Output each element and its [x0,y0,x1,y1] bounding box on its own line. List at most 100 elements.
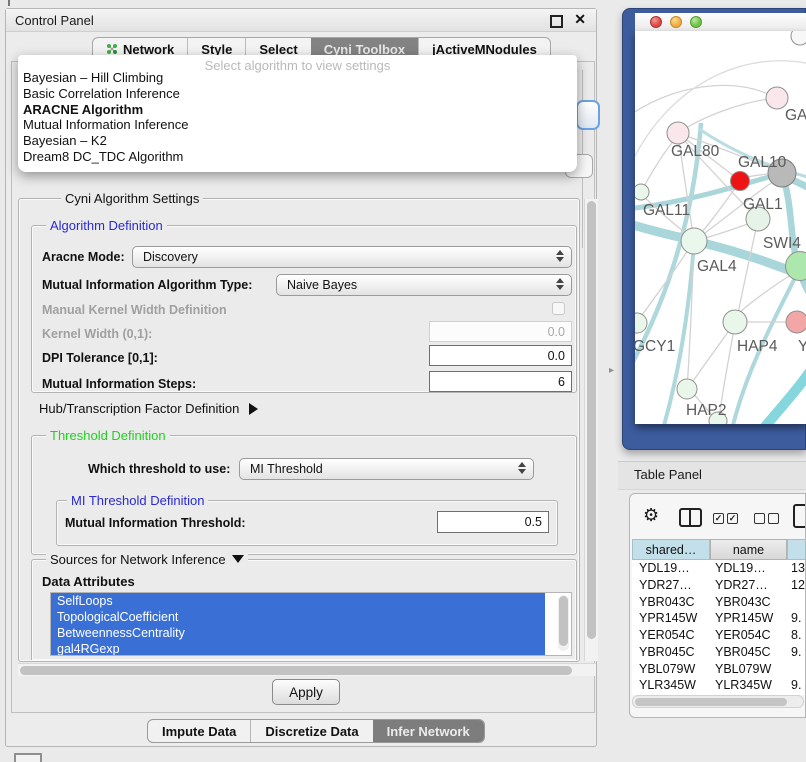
sources-group-title[interactable]: Sources for Network Inference [46,552,248,567]
node-hap2[interactable] [677,379,697,399]
table-row[interactable]: YPR145W YPR145W 9. [632,610,805,627]
algorithm-option[interactable]: Bayesian – K2 [23,133,572,149]
mi-steps-field[interactable]: 6 [429,371,572,392]
table-cell[interactable]: YDR27… [715,578,768,592]
node-red[interactable] [731,172,750,191]
apply-button[interactable]: Apply [272,679,340,705]
float-window-icon[interactable] [550,15,563,28]
table-cell[interactable]: YBR045C [639,645,695,659]
select-all-checkbox-icon[interactable]: ✓ [713,513,724,524]
data-attributes-list[interactable]: SelfLoopsTopologicalCoefficientBetweenne… [50,592,572,656]
column-layout-icon[interactable] [679,508,702,527]
tab-infer-network[interactable]: Infer Network [373,720,484,742]
attribute-list-item[interactable]: BetweennessCentrality [51,625,545,641]
table-row[interactable]: YDL19… YDL19… 13 [632,560,805,577]
table-cell[interactable]: YBL079W [639,662,695,676]
node-gal80[interactable] [667,122,689,144]
settings-group-title: Cyni Algorithm Settings [61,191,203,206]
table-cell[interactable]: YDL19… [715,561,766,575]
manual-kernel-checkbox[interactable] [552,302,565,315]
table-cell[interactable]: 9. [791,645,801,659]
table-row[interactable]: YBR043C YBR043C [632,594,805,611]
settings-vscroll-thumb[interactable] [587,201,596,639]
settings-vertical-scrollbar[interactable] [584,199,598,661]
node-gal4[interactable] [681,228,707,254]
table-row[interactable]: YBR045C YBR045C 9. [632,644,805,661]
close-panel-icon[interactable]: ✕ [574,11,586,28]
combo-spinner-icon [555,250,564,262]
table-cell[interactable]: YPR145W [715,611,773,625]
algorithm-option[interactable]: Dream8 DC_TDC Algorithm [23,149,572,165]
node-gal-top[interactable] [766,87,788,109]
network-edge[interactable] [763,361,806,424]
table-cell[interactable]: 12 [791,578,805,592]
network-window-titlebar[interactable] [635,13,806,31]
kernel-width-field[interactable]: 0.0 [429,321,572,342]
deselect-checkbox-icon[interactable] [754,513,765,524]
list-scrollbar-thumb[interactable] [559,596,568,646]
aracne-mode-select[interactable]: Discovery [132,246,572,268]
dpi-tolerance-field[interactable]: 0.0 [429,345,572,366]
panel-splitter-arrow[interactable]: ▸ [609,365,614,376]
algorithm-option[interactable]: Basic Correlation Inference [23,86,572,102]
attribute-list-item[interactable]: gal4RGexp [51,641,545,656]
table-row[interactable]: YLR345W YLR345W 9. [632,677,805,694]
settings-hscroll-thumb[interactable] [20,666,572,675]
table-cell[interactable]: YLR345W [639,678,696,692]
algorithm-option[interactable]: ARACNE Algorithm [23,102,572,118]
table-cell[interactable]: YBL079W [715,662,771,676]
hub-definition-toggle[interactable]: Hub/Transcription Factor Definition [39,401,258,416]
network-view-window[interactable]: GALGAL80GAL10GAL11GAL1SWI4GAL4GCY1HAP4YH… [622,8,806,450]
node-left-small[interactable] [635,184,649,200]
table-cell[interactable]: 8. [791,628,801,642]
select-all-checkbox2-icon[interactable]: ✓ [727,513,738,524]
node-hap4[interactable] [723,310,747,334]
algorithm-option[interactable]: Mutual Information Inference [23,117,572,133]
table-horizontal-scrollbar[interactable] [632,695,804,708]
settings-horizontal-scrollbar[interactable] [18,663,596,676]
mi-threshold-field[interactable]: 0.5 [437,511,549,533]
table-cell[interactable]: YDL19… [639,561,690,575]
tab-discretize-data[interactable]: Discretize Data [250,720,372,742]
network-canvas[interactable]: GALGAL80GAL10GAL11GAL1SWI4GAL4GCY1HAP4YH… [635,31,806,424]
table-cell[interactable]: YER054C [639,628,695,642]
gear-icon[interactable]: ⚙ [643,506,659,524]
table-cell[interactable]: 9. [791,678,801,692]
table-cell[interactable]: 13 [791,561,805,575]
deselect-checkbox2-icon[interactable] [768,513,779,524]
node-top-partial[interactable] [791,31,806,45]
table-cell[interactable]: YDR27… [639,578,692,592]
attribute-list-item[interactable]: SelfLoops [51,593,545,609]
table-cell[interactable]: YBR043C [715,595,771,609]
node-gcy1[interactable] [635,313,647,333]
column-header-shared-name[interactable]: shared… [632,539,710,560]
minimize-traffic-light-icon[interactable] [670,16,682,28]
table-cell[interactable]: 9. [791,611,801,625]
table-cell[interactable]: YLR345W [715,678,772,692]
table-scrollbar-thumb[interactable] [635,698,787,706]
network-edge[interactable] [737,219,758,319]
table-cell[interactable]: YER054C [715,628,771,642]
table-cell[interactable]: YBR043C [639,595,695,609]
column-header-name[interactable]: name [710,539,787,560]
export-table-icon[interactable] [793,504,806,528]
close-traffic-light-icon[interactable] [650,16,662,28]
which-threshold-select[interactable]: MI Threshold [239,458,534,480]
column-header-partial[interactable] [787,539,806,560]
algorithm-option[interactable]: Bayesian – Hill Climbing [23,70,572,86]
attribute-list-item[interactable]: TopologicalCoefficient [51,609,545,625]
table-cell[interactable]: YPR145W [639,611,697,625]
focused-combo-sliver[interactable] [576,100,600,130]
table-row[interactable]: YBL079W YBL079W [632,661,805,678]
mi-algorithm-type-select[interactable]: Naive Bayes [276,274,572,296]
list-scrollbar[interactable] [558,595,569,651]
network-edge[interactable] [678,98,777,133]
table-row[interactable]: YER054C YER054C 8. [632,627,805,644]
attribute-table[interactable]: YDL19…YDL19…13YDR27…YDR27…12YBR043CYBR04… [632,560,805,695]
table-row[interactable]: YDR27… YDR27… 12 [632,577,805,594]
minimized-panel-icon[interactable] [14,753,42,762]
zoom-traffic-light-icon[interactable] [690,16,702,28]
table-cell[interactable]: YBR045C [715,645,771,659]
node-salmon[interactable] [786,311,806,333]
tab-impute-data[interactable]: Impute Data [148,720,250,742]
